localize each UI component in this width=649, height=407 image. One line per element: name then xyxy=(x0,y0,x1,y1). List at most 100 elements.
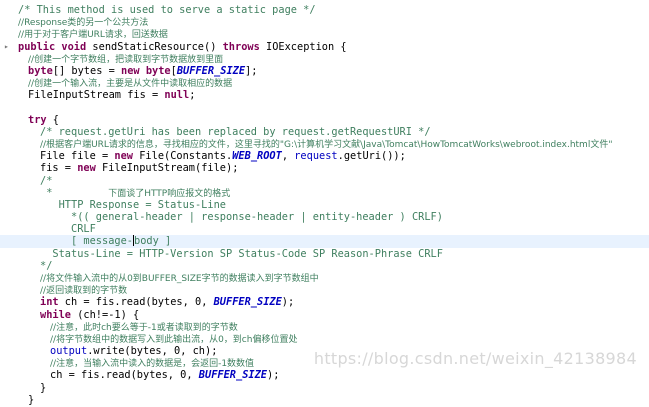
code-token: ); xyxy=(267,369,280,382)
code-token: //创建一个字节数组，把读取到字节数据放到里面 xyxy=(28,54,224,65)
code-token: new xyxy=(121,64,140,77)
code-token: Status-Line = HTTP-Version SP Status-Cod… xyxy=(40,247,443,260)
watermark: https://blog.csdn.net/weixin_42138984 xyxy=(313,349,637,368)
code-text: int ch = fis.read(bytes, 0, BUFFER_SIZE)… xyxy=(40,296,294,308)
code-text: } xyxy=(28,394,34,406)
code-token: //将字节数组中的数据写入到此输出流，从0，到ch偏移位置处 xyxy=(50,334,298,345)
code-line[interactable]: //创建一个字节数组，把读取到字节数据放到里面 xyxy=(0,53,649,65)
code-token: ); xyxy=(281,296,295,309)
code-editor[interactable]: /* This method is used to serve a static… xyxy=(0,0,649,407)
code-token: File(Constants. xyxy=(133,150,233,163)
code-text: ch = fis.read(bytes, 0, BUFFER_SIZE); xyxy=(50,369,279,381)
code-token: BUFFER_SIZE xyxy=(213,296,282,309)
code-token: //将文件输入流中的从0到BUFFER_SIZE字节的数据读入到字节数组中 xyxy=(40,273,319,284)
code-line[interactable]: //Response类的另一个公共方法 xyxy=(0,16,649,28)
code-token: ]; xyxy=(245,64,258,77)
code-text: /* request.getUri has been replaced by r… xyxy=(40,126,431,138)
code-line[interactable]: fis = new FileInputStream(file); xyxy=(0,162,649,174)
code-token: BUFFER_SIZE xyxy=(176,64,246,77)
code-line[interactable]: while (ch!=-1) { xyxy=(0,309,649,321)
code-token: FileInputStream(file); xyxy=(95,162,239,175)
code-text: *(( general-header | response-header | e… xyxy=(40,211,443,223)
code-text: */ xyxy=(40,260,52,272)
code-token: [] bytes = xyxy=(52,64,122,77)
code-token: , xyxy=(281,150,295,163)
code-line[interactable]: /* This method is used to serve a static… xyxy=(0,4,649,16)
code-line[interactable]: //创建一个输入流，主要是从文件中读取相应的数据 xyxy=(0,77,649,89)
code-line[interactable]: //返回读取到的字节数 xyxy=(0,284,649,296)
code-token: (ch!=-1) { xyxy=(71,308,140,321)
code-token: body ] xyxy=(134,235,172,248)
code-line[interactable]: try { xyxy=(0,114,649,126)
code-text: Status-Line = HTTP-Version SP Status-Cod… xyxy=(40,248,443,260)
code-token: IOException { xyxy=(259,40,347,53)
code-text: FileInputStream fis = null; xyxy=(28,89,195,101)
code-text: } xyxy=(40,382,46,394)
code-line[interactable]: ▸ public void sendStaticResource() throws… xyxy=(0,41,649,53)
code-line[interactable]: //将字节数组中的数据写入到此输出流，从0，到ch偏移位置处 xyxy=(0,333,649,345)
code-line[interactable]: //用于对于客户端URL请求，回送数据 xyxy=(0,28,649,40)
code-line[interactable]: [ message-body ] xyxy=(0,235,649,248)
code-token: ; xyxy=(189,89,196,102)
code-token: //根据客户端URL请求的信息，寻找相应的文件，这里寻找的"G:\计算机学习文献… xyxy=(40,139,613,150)
code-token: //注意，此时ch要么等于-1或者读取到的字节数 xyxy=(50,322,238,333)
code-line[interactable]: //注意，此时ch要么等于-1或者读取到的字节数 xyxy=(0,321,649,333)
code-token: /* xyxy=(40,174,53,187)
code-line[interactable]: byte[] bytes = new byte[BUFFER_SIZE]; xyxy=(0,65,649,77)
code-token: ch = fis.read(bytes, 0, xyxy=(50,369,199,382)
code-line[interactable]: //根据客户端URL请求的信息，寻找相应的文件，这里寻找的"G:\计算机学习文献… xyxy=(0,138,649,150)
code-line[interactable]: * 下面谈了HTTP响应报文的格式 xyxy=(0,187,649,199)
code-token: //Response类的另一个公共方法 xyxy=(18,18,149,29)
code-text: /* xyxy=(40,175,52,187)
code-line[interactable]: */ xyxy=(0,260,649,272)
code-line[interactable]: ch = fis.read(bytes, 0, BUFFER_SIZE); xyxy=(0,369,649,381)
code-token: throws xyxy=(222,40,260,53)
code-token: [ message- xyxy=(40,235,133,248)
code-line[interactable]: Status-Line = HTTP-Version SP Status-Cod… xyxy=(0,248,649,260)
code-token: } xyxy=(28,393,35,406)
code-line[interactable]: } xyxy=(0,394,649,406)
code-token: null xyxy=(164,89,190,102)
code-text: public void sendStaticResource() throws … xyxy=(18,41,347,53)
code-line[interactable]: HTTP Response = Status-Line xyxy=(0,199,649,211)
code-token: WEB_ROOT xyxy=(232,150,282,163)
code-text: byte[] bytes = new byte[BUFFER_SIZE]; xyxy=(28,65,257,77)
code-token: File file = xyxy=(40,150,115,163)
code-text: CRLF xyxy=(40,223,96,235)
code-token: ch = fis.read(bytes, 0, xyxy=(58,296,214,309)
code-token: //注意，当输入流中读入的数据是，会返回-1数数值 xyxy=(50,359,255,370)
code-token: int xyxy=(40,296,59,309)
code-line[interactable]: *(( general-header | response-header | e… xyxy=(0,211,649,223)
code-token: try xyxy=(28,113,47,126)
code-line[interactable]: /* request.getUri has been replaced by r… xyxy=(0,126,649,138)
code-token: .getUri()); xyxy=(337,150,406,163)
code-token: /* request.getUri has been replaced by r… xyxy=(40,125,431,138)
code-token: BUFFER_SIZE xyxy=(198,369,267,382)
code-text: File file = new File(Constants.WEB_ROOT,… xyxy=(40,150,406,162)
code-line[interactable]: CRLF xyxy=(0,223,649,235)
code-token: *(( general-header | response-header | e… xyxy=(40,211,443,224)
code-token: //创建一个输入流，主要是从文件中读取相应的数据 xyxy=(28,79,233,90)
code-line[interactable]: /* xyxy=(0,175,649,187)
code-token: .write(bytes, 0, ch); xyxy=(87,345,218,358)
code-token: while xyxy=(40,308,71,321)
code-token: new xyxy=(77,162,96,175)
code-token: request xyxy=(294,150,338,163)
code-line[interactable]: File file = new File(Constants.WEB_ROOT,… xyxy=(0,150,649,162)
code-line[interactable]: FileInputStream fis = null; xyxy=(0,89,649,101)
code-text: try { xyxy=(28,114,59,126)
code-line[interactable]: int ch = fis.read(bytes, 0, BUFFER_SIZE)… xyxy=(0,296,649,308)
code-token: */ xyxy=(40,259,53,272)
code-token: FileInputStream fis = xyxy=(28,89,165,102)
code-line[interactable]: } xyxy=(0,382,649,394)
code-text: fis = new FileInputStream(file); xyxy=(40,162,238,174)
code-text: output.write(bytes, 0, ch); xyxy=(50,345,217,357)
code-token: void xyxy=(61,40,87,53)
code-token: byte xyxy=(145,64,171,77)
fold-marker-icon[interactable]: ▸ xyxy=(4,42,10,50)
code-text: while (ch!=-1) { xyxy=(40,309,139,321)
code-line[interactable] xyxy=(0,101,649,113)
code-token: //返回读取到的字节数 xyxy=(40,286,128,297)
code-token: new xyxy=(114,150,134,163)
code-line[interactable]: //将文件输入流中的从0到BUFFER_SIZE字节的数据读入到字节数组中 xyxy=(0,272,649,284)
